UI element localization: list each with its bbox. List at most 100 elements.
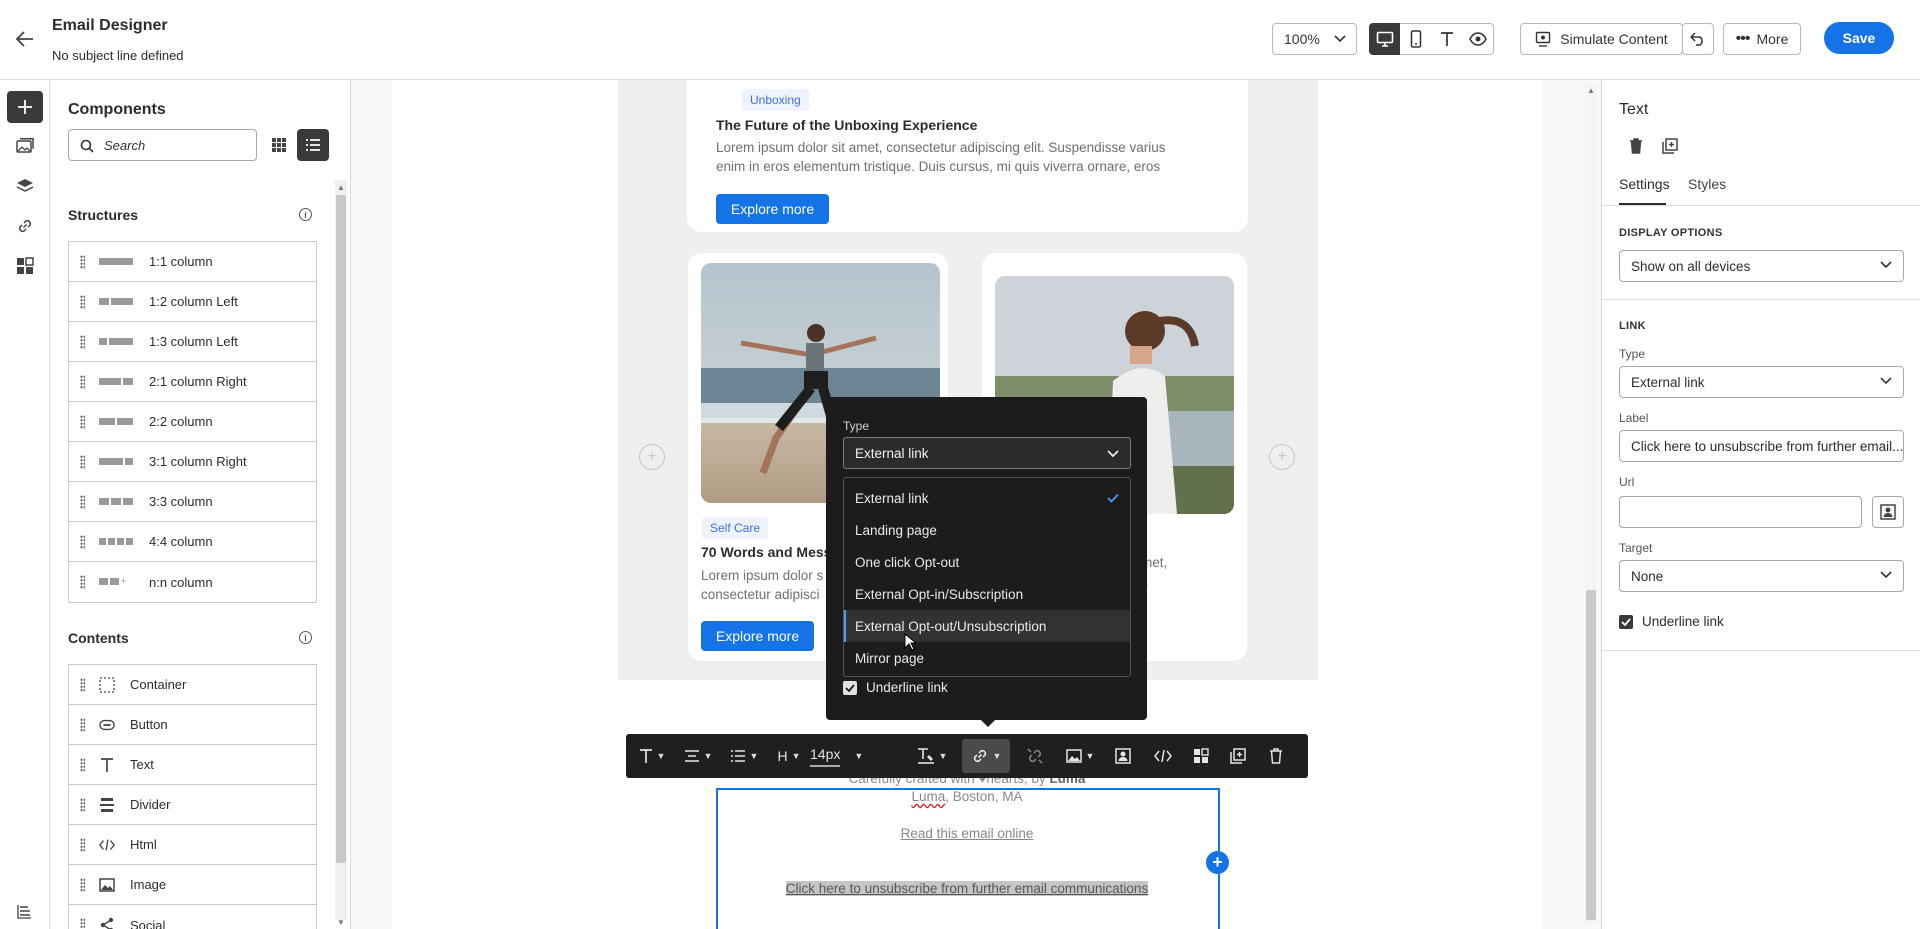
structure-item[interactable]: 4:4 column	[69, 522, 316, 562]
drag-handle-icon[interactable]	[80, 718, 85, 732]
structure-item[interactable]: 3:3 column	[69, 482, 316, 522]
content-item-button[interactable]: Button	[69, 705, 316, 745]
target-select[interactable]: None	[1619, 560, 1904, 592]
scroll-up-arrow-icon[interactable]: ▲	[337, 183, 345, 192]
search-field[interactable]: Search	[68, 129, 257, 161]
underline-link-checkbox[interactable]	[843, 681, 857, 695]
add-block-icon[interactable]: +	[1206, 851, 1229, 874]
remove-link-button[interactable]	[1020, 734, 1050, 778]
links-button[interactable]	[7, 210, 43, 242]
drag-handle-icon[interactable]	[80, 575, 85, 589]
url-input[interactable]	[1619, 496, 1862, 528]
structures-info-icon[interactable]: i	[299, 208, 312, 221]
list-view-toggle[interactable]	[297, 129, 329, 161]
text-view-button[interactable]	[1431, 23, 1463, 55]
underline-link-checkbox[interactable]	[1619, 615, 1633, 629]
drag-handle-icon[interactable]	[80, 375, 85, 389]
tab-settings[interactable]: Settings	[1619, 176, 1670, 192]
add-structure-right-icon[interactable]: +	[1269, 444, 1295, 470]
selected-text-block[interactable]	[716, 788, 1220, 929]
delete-button[interactable]	[1261, 734, 1291, 778]
font-size-dropdown[interactable]: 14px ▼	[810, 734, 864, 778]
content-item-text[interactable]: Text	[69, 745, 316, 785]
explore-more-button[interactable]: Explore more	[701, 621, 814, 651]
content-item-social[interactable]: Social	[69, 905, 316, 929]
content-item-divider[interactable]: Divider	[69, 785, 316, 825]
duplicate-button[interactable]	[1223, 734, 1253, 778]
source-code-button[interactable]	[1148, 734, 1178, 778]
scroll-up-arrow-icon[interactable]: ▲	[1587, 86, 1595, 95]
drag-handle-icon[interactable]	[80, 918, 85, 929]
insert-image-dropdown[interactable]: ▼	[1062, 734, 1098, 778]
desktop-view-button[interactable]	[1369, 23, 1401, 55]
content-item-html[interactable]: Html	[69, 825, 316, 865]
add-structure-left-icon[interactable]: +	[639, 444, 665, 470]
grid-view-toggle[interactable]	[266, 132, 292, 158]
align-dropdown[interactable]: ▼	[680, 734, 716, 778]
drag-handle-icon[interactable]	[80, 678, 85, 692]
duplicate-component-button[interactable]	[1660, 136, 1680, 156]
assets-button[interactable]	[7, 130, 43, 162]
delete-component-button[interactable]	[1626, 136, 1646, 156]
contents-title: Contents	[68, 630, 129, 646]
text-style-dropdown[interactable]: ▼	[634, 734, 670, 778]
simulate-content-button[interactable]: Simulate Content	[1520, 23, 1683, 55]
drag-handle-icon[interactable]	[80, 455, 85, 469]
structure-item[interactable]: 2:1 column Right	[69, 362, 316, 402]
insert-link-dropdown[interactable]: ▼	[962, 739, 1010, 773]
link-type-option-hovered[interactable]: External Opt-out/Unsubscription	[844, 610, 1130, 642]
link-type-option[interactable]: External link	[844, 482, 1130, 514]
url-personalize-button[interactable]	[1872, 496, 1904, 528]
drag-handle-icon[interactable]	[80, 758, 85, 772]
read-online-link[interactable]: Read this email online	[640, 826, 1294, 841]
fragment-button[interactable]	[1186, 734, 1216, 778]
drag-handle-icon[interactable]	[80, 295, 85, 309]
display-options-select[interactable]: Show on all devices	[1619, 250, 1904, 282]
personalization-button[interactable]	[1108, 734, 1138, 778]
fragments-button[interactable]	[7, 250, 43, 282]
contents-info-icon[interactable]: i	[299, 631, 312, 644]
link-type-option[interactable]: Landing page	[844, 514, 1130, 546]
link-label-input[interactable]: Click here to unsubscribe from further e…	[1619, 430, 1904, 462]
structure-item[interactable]: 2:2 column	[69, 402, 316, 442]
mobile-view-button[interactable]	[1400, 23, 1432, 55]
layers-button[interactable]	[7, 170, 43, 202]
scroll-down-arrow-icon[interactable]: ▼	[337, 918, 345, 927]
heading-dropdown[interactable]: H ▼	[774, 734, 804, 778]
link-type-select[interactable]: External link	[843, 437, 1131, 469]
save-button[interactable]: Save	[1824, 22, 1894, 54]
structure-item[interactable]: 3:1 column Right	[69, 442, 316, 482]
tab-styles[interactable]: Styles	[1688, 176, 1726, 192]
drag-handle-icon[interactable]	[80, 415, 85, 429]
link-type-option[interactable]: Mirror page	[844, 642, 1130, 674]
structure-item[interactable]: 1:2 column Left	[69, 282, 316, 322]
link-type-option[interactable]: One click Opt-out	[844, 546, 1130, 578]
link-type-option[interactable]: External Opt-in/Subscription	[844, 578, 1130, 610]
drag-handle-icon[interactable]	[80, 255, 85, 269]
text-color-dropdown[interactable]: ▼	[914, 734, 950, 778]
drag-handle-icon[interactable]	[80, 495, 85, 509]
versions-button[interactable]	[7, 895, 43, 927]
zoom-select[interactable]: 100%	[1272, 23, 1357, 55]
structure-item[interactable]: 1:3 column Left	[69, 322, 316, 362]
drag-handle-icon[interactable]	[80, 878, 85, 892]
drag-handle-icon[interactable]	[80, 838, 85, 852]
explore-more-button[interactable]: Explore more	[716, 194, 829, 224]
components-scrollbar-thumb[interactable]	[336, 195, 346, 863]
structure-item[interactable]: + n:n column	[69, 562, 316, 602]
drag-handle-icon[interactable]	[80, 798, 85, 812]
add-components-button[interactable]	[7, 91, 43, 123]
preview-button[interactable]	[1462, 23, 1494, 55]
link-type-select[interactable]: External link	[1619, 366, 1904, 398]
more-button[interactable]: ••• More	[1723, 23, 1801, 55]
undo-button[interactable]	[1682, 23, 1714, 55]
back-arrow-icon[interactable]	[14, 28, 36, 50]
drag-handle-icon[interactable]	[80, 535, 85, 549]
structure-item[interactable]: 1:1 column	[69, 242, 316, 282]
list-dropdown[interactable]: ▼	[726, 734, 762, 778]
unsubscribe-link[interactable]: Click here to unsubscribe from further e…	[640, 881, 1294, 896]
canvas-scrollbar-thumb[interactable]	[1586, 590, 1596, 920]
content-item-image[interactable]: Image	[69, 865, 316, 905]
content-item-container[interactable]: Container	[69, 665, 316, 705]
drag-handle-icon[interactable]	[80, 335, 85, 349]
